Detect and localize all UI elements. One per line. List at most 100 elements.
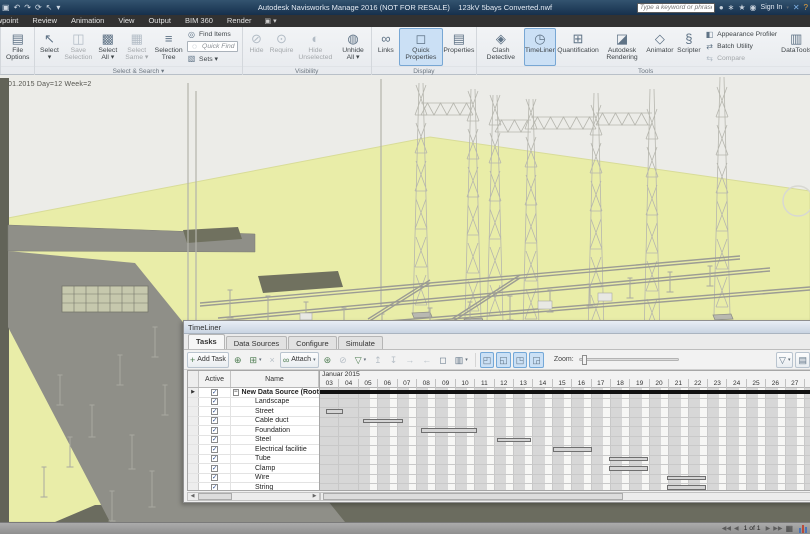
task-bar[interactable] — [421, 428, 477, 433]
row-selector-cell[interactable] — [188, 398, 199, 407]
timeliner-panel-titlebar[interactable]: TimeLiner — [184, 321, 810, 334]
row-selector-cell[interactable] — [188, 426, 199, 435]
collapse-icon[interactable]: − — [233, 389, 239, 396]
move-down-button[interactable]: ↧ — [387, 352, 401, 368]
render-style-icon[interactable]: ▣ ▾ — [265, 17, 277, 25]
sheet-browser-icon[interactable]: ▦ — [785, 524, 793, 533]
task-row[interactable]: ▶ ✓ −New Data Source (Root) — [188, 388, 319, 398]
active-checkbox[interactable]: ✓ — [211, 417, 218, 424]
selection-tree-button[interactable]: ≡Selection Tree — [153, 28, 184, 66]
task-name-cell[interactable]: Clamp — [231, 464, 319, 473]
name-column-header[interactable]: Name — [231, 371, 319, 387]
zoom-slider-thumb[interactable] — [582, 355, 587, 365]
task-row[interactable]: ✓ Electrical facilitie — [188, 445, 319, 455]
select-all-button[interactable]: ▩Select All ▾ — [95, 28, 120, 66]
gantt-view-planned-button[interactable]: ◱ — [496, 352, 511, 368]
active-checkbox[interactable]: ✓ — [211, 474, 218, 481]
timeliner-tab-data-sources[interactable]: Data Sources — [226, 336, 287, 349]
task-bar[interactable] — [553, 447, 592, 452]
task-row[interactable]: ✓Steel — [188, 436, 319, 446]
hide-unselected-button[interactable]: ◐Hide Unselected — [295, 28, 337, 66]
find-items-button[interactable]: ◎Find Items — [187, 29, 237, 40]
task-name-cell[interactable]: Wire — [231, 474, 319, 483]
move-up-button[interactable]: ↥ — [371, 352, 385, 368]
previous-sheet-icon[interactable]: ◀ — [734, 525, 739, 532]
autodesk-rendering-button[interactable]: ◪Autodesk Rendering — [600, 28, 644, 66]
export-button[interactable]: ▤ — [795, 352, 810, 368]
search-input[interactable] — [637, 3, 715, 13]
row-selector-cell[interactable] — [188, 417, 199, 426]
appearance-profiler-button[interactable]: ◧Appearance Profiler — [705, 29, 777, 40]
active-checkbox[interactable]: ✓ — [211, 389, 218, 396]
row-selector-cell[interactable] — [188, 445, 199, 454]
datatools-button[interactable]: ▥DataTools — [780, 28, 810, 66]
attach-button[interactable]: ∞Attach▾ — [280, 352, 319, 368]
task-row[interactable]: ✓ Foundation — [188, 426, 319, 436]
active-checkbox[interactable]: ✓ — [211, 446, 218, 453]
clear-attach-button[interactable]: ⊘ — [336, 352, 350, 368]
task-name-cell[interactable]: Tube — [231, 455, 319, 464]
ribbon-tab-bim-360[interactable]: BIM 360 — [178, 15, 220, 27]
user-icon[interactable]: ◉ — [750, 2, 757, 14]
task-row[interactable]: ✓Street — [188, 407, 319, 417]
scripter-button[interactable]: §Scripter — [676, 28, 702, 66]
task-row[interactable]: ✓ Clamp — [188, 464, 319, 474]
gantt-view-actual-button[interactable]: ◳ — [513, 352, 528, 368]
task-name-cell[interactable]: Electrical facilitie — [231, 445, 319, 454]
active-checkbox[interactable]: ✓ — [211, 465, 218, 472]
quantification-button[interactable]: ⊞Quantification — [557, 28, 599, 66]
ribbon-tab-output[interactable]: Output — [141, 15, 178, 27]
active-checkbox[interactable]: ✓ — [211, 455, 218, 462]
sign-in-button[interactable]: Sign In — [761, 4, 783, 11]
active-checkbox[interactable]: ✓ — [211, 484, 218, 490]
task-bar[interactable] — [667, 476, 706, 481]
task-name-cell[interactable]: Cable duct — [231, 417, 319, 426]
auto-attach-button[interactable]: ⊛ — [321, 352, 335, 368]
choose-columns-button[interactable]: ▥▾ — [452, 352, 471, 368]
ribbon-tab-render[interactable]: Render — [220, 15, 259, 27]
active-checkbox[interactable]: ✓ — [211, 436, 218, 443]
active-checkbox[interactable]: ✓ — [211, 427, 218, 434]
auto-add-tasks-button[interactable]: ⊞▾ — [246, 352, 264, 368]
exchange-close-icon[interactable]: ✕ — [793, 2, 800, 14]
gantt-view-both-button[interactable]: ◲ — [529, 352, 544, 368]
task-name-cell[interactable]: −New Data Source (Root) — [231, 388, 319, 397]
row-selector-cell[interactable]: ▶ — [188, 388, 199, 397]
task-name-cell[interactable]: String — [231, 483, 319, 490]
batch-utility-button[interactable]: ⇄Batch Utility — [705, 41, 777, 52]
active-checkbox[interactable]: ✓ — [211, 408, 218, 415]
task-row[interactable]: ✓ Tube — [188, 455, 319, 465]
task-bar[interactable] — [326, 409, 343, 414]
task-name-cell[interactable]: Foundation — [231, 426, 319, 435]
select-same-button[interactable]: ▦Select Same ▾ — [121, 28, 152, 66]
ribbon-tab-viewpoint[interactable]: Viewpoint — [0, 15, 25, 27]
search-icon[interactable]: ● — [719, 2, 724, 14]
timeliner-button[interactable]: ◷TimeLiner — [524, 28, 556, 66]
task-bar[interactable] — [609, 457, 648, 462]
ribbon-tab-review[interactable]: Review — [25, 15, 64, 27]
row-selector-cell[interactable] — [188, 436, 199, 445]
performance-meter-icon[interactable] — [799, 525, 807, 533]
row-selector-cell[interactable] — [188, 483, 199, 490]
active-column-header[interactable]: Active — [199, 371, 231, 387]
task-bar[interactable] — [609, 466, 648, 471]
task-row[interactable]: ✓ Wire — [188, 474, 319, 484]
ribbon-tab-animation[interactable]: Animation — [64, 15, 111, 27]
select-button[interactable]: ↖Select ▾ — [37, 28, 61, 66]
help-icon[interactable]: ? — [804, 2, 808, 14]
first-sheet-icon[interactable]: ◀◀ — [722, 525, 731, 532]
find-tasks-button[interactable]: ▽▾ — [352, 352, 369, 368]
timeliner-tab-simulate[interactable]: Simulate — [338, 336, 383, 349]
active-checkbox[interactable]: ✓ — [211, 398, 218, 405]
quick-find-button[interactable]: ◌Quick Find — [187, 41, 237, 52]
outdent-button[interactable]: ← — [419, 352, 434, 368]
next-sheet-icon[interactable]: ▶ — [766, 525, 771, 532]
quick-properties-button[interactable]: ◻Quick Properties — [399, 28, 443, 66]
properties-button[interactable]: ▤Properties — [444, 28, 474, 66]
require-button[interactable]: ⊙Require — [270, 28, 294, 66]
insert-task-button[interactable]: ⊕ — [231, 352, 245, 368]
task-bar[interactable] — [667, 485, 706, 490]
scroll-left-icon[interactable]: ◀ — [188, 493, 197, 500]
compare-button[interactable]: ⇆Compare — [705, 53, 777, 64]
unhide-all-button[interactable]: ◍Unhide All ▾ — [337, 28, 369, 66]
